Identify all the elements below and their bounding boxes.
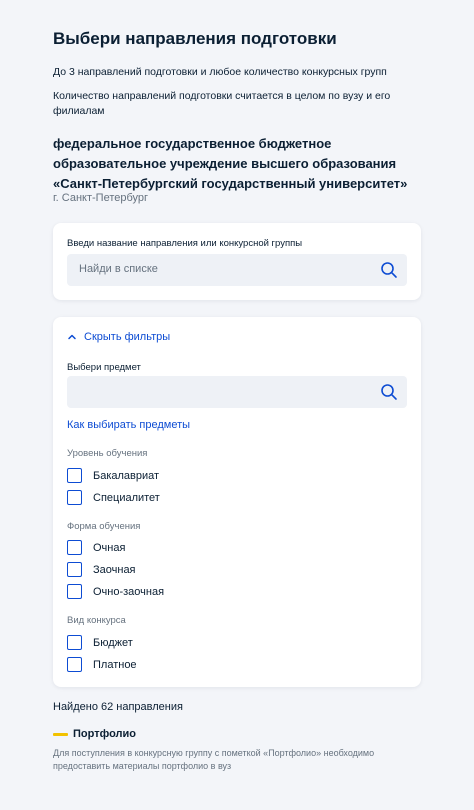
level-group-label: Уровень обучения bbox=[67, 448, 148, 459]
checkbox-label: Платное bbox=[93, 658, 137, 671]
checkbox-label: Бюджет bbox=[93, 636, 133, 649]
university-name: федеральное государственное бюджетное об… bbox=[53, 136, 408, 191]
info-count-text: Количество направлений подготовки считае… bbox=[53, 90, 391, 117]
checkbox-box[interactable] bbox=[67, 657, 82, 672]
checkbox-part-time[interactable]: Заочная bbox=[67, 562, 136, 577]
subject-input[interactable] bbox=[67, 376, 407, 408]
results-count: Найдено 62 направления bbox=[53, 701, 183, 713]
checkbox-specialist[interactable]: Специалитет bbox=[67, 490, 160, 505]
portfolio-label: Портфолио bbox=[73, 728, 136, 740]
checkbox-box[interactable] bbox=[67, 584, 82, 599]
search-label: Введи название направления или конкурсно… bbox=[67, 238, 303, 249]
portfolio-legend: Портфолио bbox=[53, 728, 136, 740]
checkbox-box[interactable] bbox=[67, 562, 82, 577]
checkbox-budget[interactable]: Бюджет bbox=[67, 635, 133, 650]
subject-label: Выбери предмет bbox=[67, 362, 141, 373]
checkbox-label: Очная bbox=[93, 541, 126, 554]
hide-filters-label: Скрыть фильтры bbox=[84, 331, 171, 343]
search-icon[interactable] bbox=[380, 383, 398, 401]
checkbox-label: Бакалавриат bbox=[93, 469, 160, 482]
university-city: г. Санкт-Петербург bbox=[53, 192, 149, 204]
search-placeholder: Найди в списке bbox=[79, 263, 158, 275]
checkbox-box[interactable] bbox=[67, 635, 82, 650]
how-to-choose-subjects-link[interactable]: Как выбирать предметы bbox=[67, 419, 190, 431]
checkbox-label: Специалитет bbox=[93, 491, 160, 504]
search-icon[interactable] bbox=[380, 261, 398, 279]
page: Выбери направления подготовки До 3 напра… bbox=[0, 0, 474, 810]
checkbox-box[interactable] bbox=[67, 540, 82, 555]
info-limit-text: До 3 направлений подготовки и любое коли… bbox=[53, 66, 387, 78]
checkbox-mixed[interactable]: Очно-заочная bbox=[67, 584, 164, 599]
portfolio-note: Для поступления в конкурсную группу с по… bbox=[53, 748, 375, 771]
form-group-label: Форма обучения bbox=[67, 521, 141, 532]
checkbox-bachelor[interactable]: Бакалавриат bbox=[67, 468, 159, 483]
chevron-up-icon bbox=[68, 334, 76, 340]
checkbox-paid[interactable]: Платное bbox=[67, 657, 137, 672]
portfolio-marker bbox=[53, 732, 68, 736]
checkbox-full-time[interactable]: Очная bbox=[67, 540, 125, 555]
checkbox-label: Заочная bbox=[93, 563, 136, 576]
checkbox-label: Очно-заочная bbox=[93, 585, 165, 598]
checkbox-box[interactable] bbox=[67, 468, 82, 483]
filters-card: Скрыть фильтры Выбери предмет Как выбира… bbox=[53, 317, 421, 687]
hide-filters-toggle[interactable]: Скрыть фильтры bbox=[67, 331, 170, 343]
page-title: Выбери направления подготовки bbox=[53, 29, 337, 48]
checkbox-box[interactable] bbox=[67, 490, 82, 505]
search-card: Введи название направления или конкурсно… bbox=[53, 223, 421, 300]
competition-group-label: Вид конкурса bbox=[67, 615, 126, 626]
search-input[interactable]: Найди в списке bbox=[67, 254, 407, 286]
